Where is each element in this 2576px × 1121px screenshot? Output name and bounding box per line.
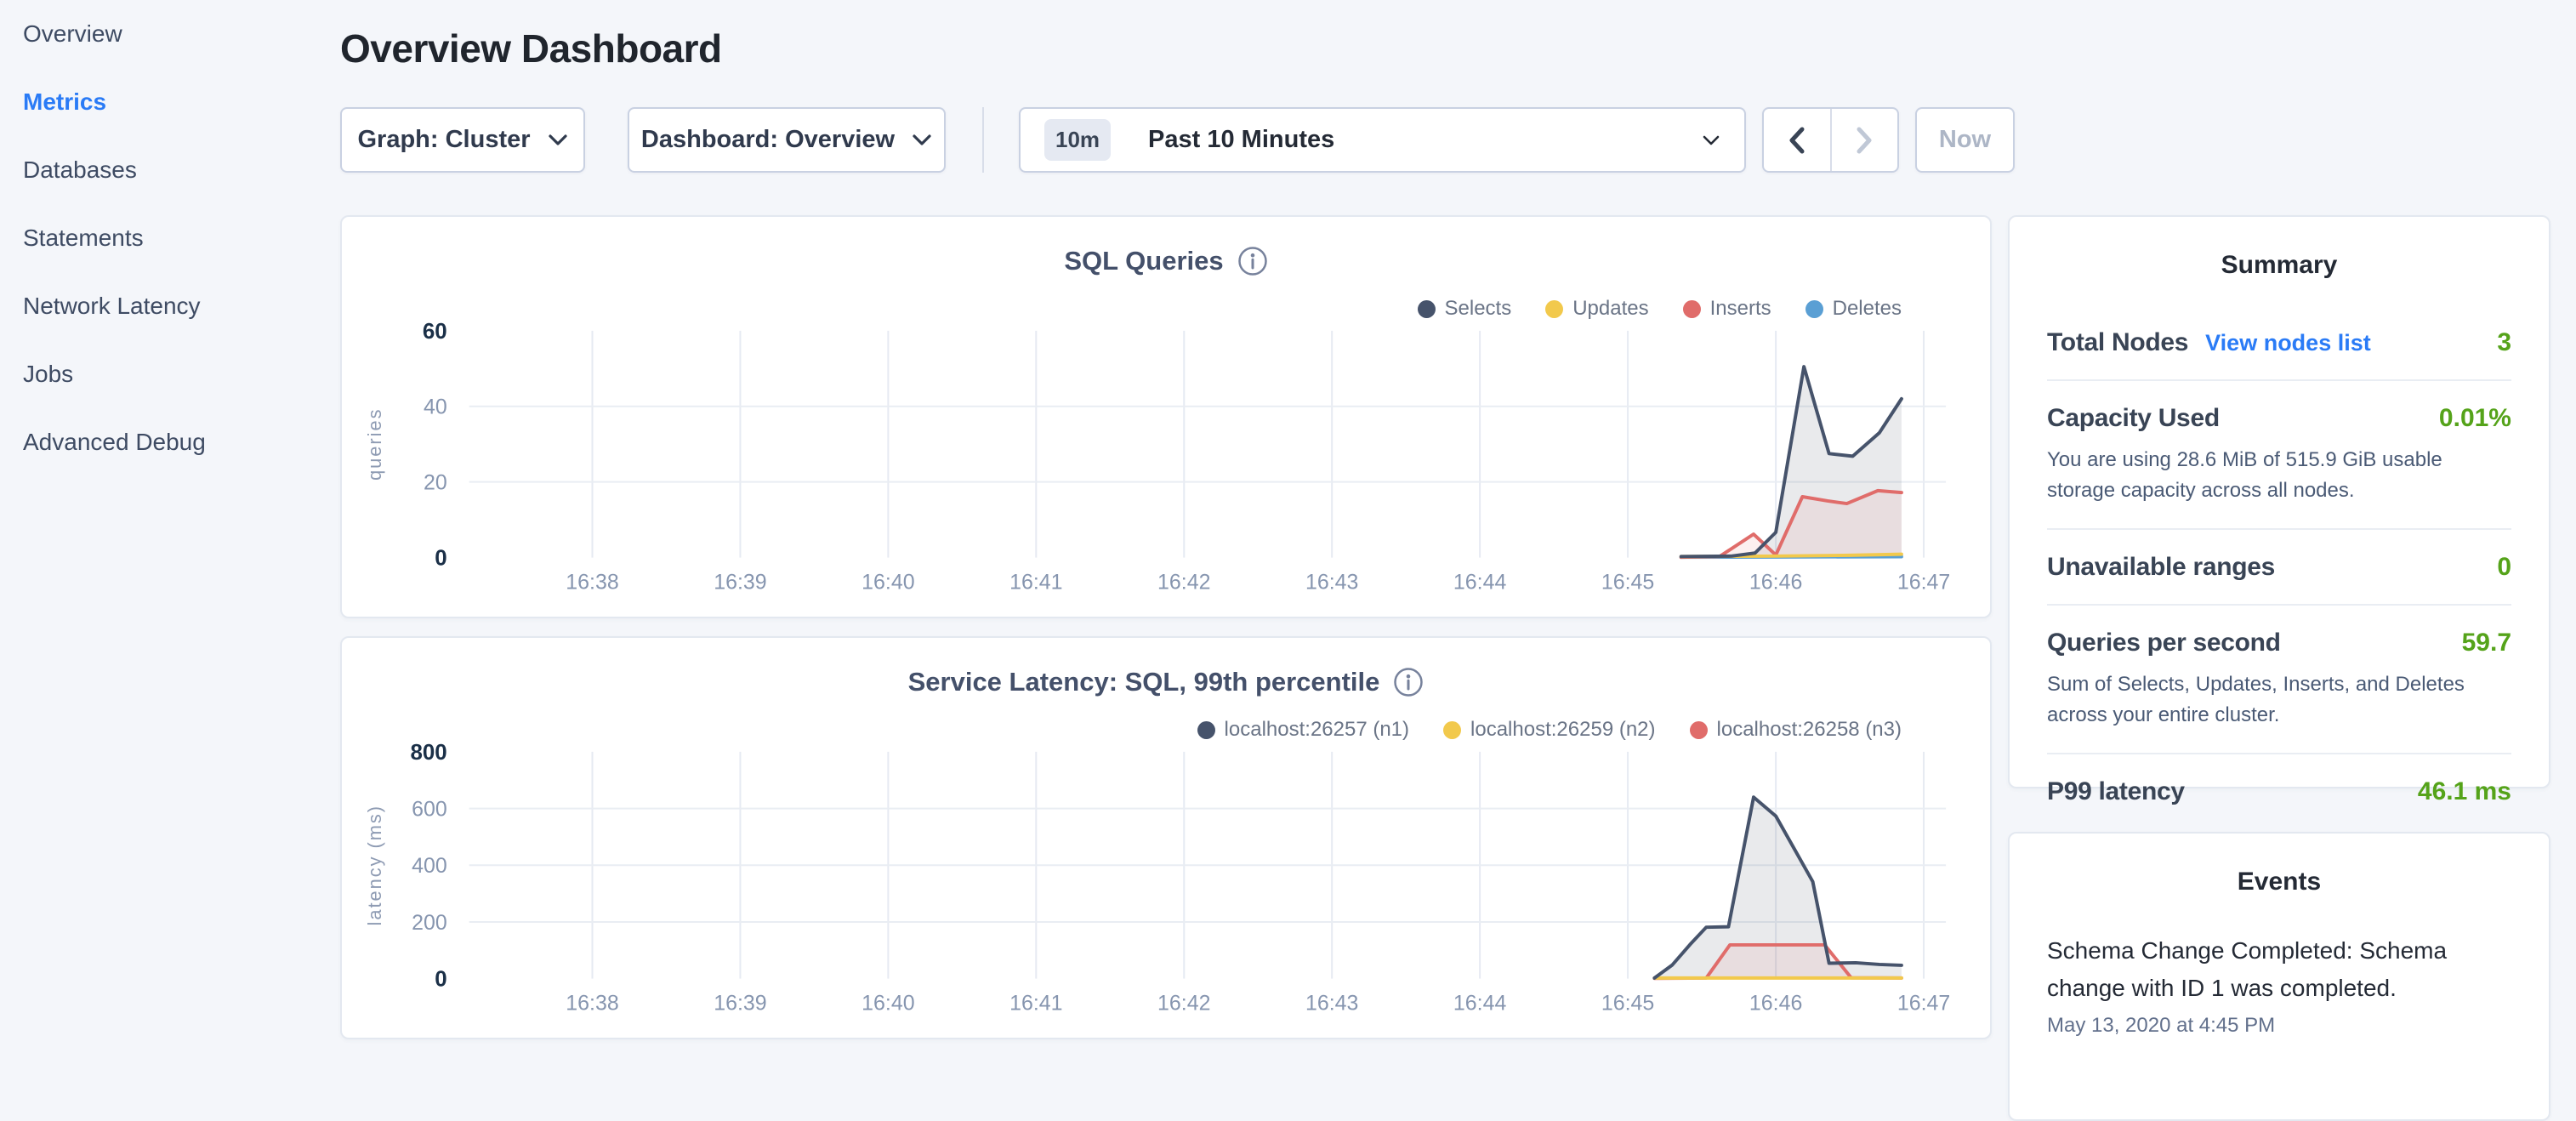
summary-rows: Total Nodes View nodes list 3 Capacity Used… bbox=[2047, 305, 2511, 828]
summary-title: Summary bbox=[2047, 251, 2511, 280]
time-range-badge: 10m bbox=[1044, 119, 1111, 161]
summary-row-head: Total Nodes View nodes list 3 bbox=[2047, 328, 2511, 357]
controls-divider bbox=[982, 107, 984, 173]
summary-label: Queries per second bbox=[2047, 629, 2281, 657]
summary-row-head: Capacity Used 0.01% bbox=[2047, 404, 2511, 433]
summary-row-capacity-used: Capacity Used 0.01% You are using 28.6 MiB… bbox=[2047, 381, 2511, 530]
time-next-button[interactable] bbox=[1832, 109, 1898, 171]
event-message: Schema Change Completed: Schema change w… bbox=[2047, 932, 2476, 1007]
summary-row-p99-latency: P99 latency 46.1 ms bbox=[2047, 754, 2511, 828]
event-item[interactable]: Schema Change Completed: Schema change w… bbox=[2047, 932, 2511, 1038]
summary-row-head: Unavailable ranges 0 bbox=[2047, 553, 2511, 582]
time-range-selector[interactable]: 10m Past 10 Minutes bbox=[1019, 107, 1746, 173]
page-title: Overview Dashboard bbox=[340, 26, 722, 71]
summary-description: Sum of Selects, Updates, Inserts, and De… bbox=[2047, 669, 2498, 731]
svg-text:16:42: 16:42 bbox=[1157, 570, 1210, 594]
svg-text:600: 600 bbox=[412, 798, 447, 822]
svg-text:400: 400 bbox=[412, 854, 447, 878]
dashboard-dropdown-label: Dashboard: Overview bbox=[641, 126, 895, 154]
svg-text:queries: queries bbox=[364, 408, 385, 481]
svg-text:16:38: 16:38 bbox=[566, 991, 618, 1015]
svg-text:800: 800 bbox=[410, 741, 446, 765]
svg-text:16:47: 16:47 bbox=[1897, 570, 1950, 594]
svg-text:40: 40 bbox=[424, 395, 447, 419]
chevron-right-icon bbox=[1852, 125, 1876, 156]
summary-row-queries-per-second: Queries per second 59.7 Sum of Selects, Up… bbox=[2047, 606, 2511, 754]
summary-label: Unavailable ranges bbox=[2047, 553, 2275, 582]
summary-value: 3 bbox=[2497, 328, 2511, 357]
svg-text:200: 200 bbox=[412, 911, 447, 935]
sidebar-item-advanced-debug[interactable]: Advanced Debug bbox=[23, 408, 321, 476]
summary-value: 46.1 ms bbox=[2418, 777, 2511, 806]
events-list: Schema Change Completed: Schema change w… bbox=[2047, 932, 2511, 1038]
svg-text:16:44: 16:44 bbox=[1453, 570, 1507, 594]
service-latency-chart[interactable]: 16:38 16:39 16:40 16:41 16:42 16:43 16:44 16:45… bbox=[342, 638, 1990, 1038]
event-timestamp: May 13, 2020 at 4:45 PM bbox=[2047, 1014, 2511, 1038]
events-panel: Events Schema Change Completed: Schema c… bbox=[2008, 832, 2550, 1121]
svg-text:16:46: 16:46 bbox=[1749, 570, 1802, 594]
svg-text:16:45: 16:45 bbox=[1601, 570, 1654, 594]
summary-row-head: Queries per second 59.7 bbox=[2047, 629, 2511, 657]
svg-text:0: 0 bbox=[435, 547, 446, 571]
svg-text:16:47: 16:47 bbox=[1897, 991, 1950, 1015]
sql-queries-chart-panel: SQL Queries SelectsUpdatesInsertsDeletes… bbox=[340, 215, 1992, 618]
sidebar: OverviewMetricsDatabasesStatementsNetwor… bbox=[23, 0, 321, 476]
svg-text:16:40: 16:40 bbox=[862, 570, 914, 594]
chevron-down-icon bbox=[912, 134, 932, 146]
svg-text:latency (ms): latency (ms) bbox=[364, 805, 385, 926]
sidebar-item-metrics[interactable]: Metrics bbox=[23, 68, 321, 136]
summary-row-total-nodes: Total Nodes View nodes list 3 bbox=[2047, 305, 2511, 381]
svg-text:16:39: 16:39 bbox=[714, 570, 766, 594]
time-prev-button[interactable] bbox=[1764, 109, 1830, 171]
view-nodes-list-link[interactable]: View nodes list bbox=[2205, 330, 2371, 356]
summary-value: 0.01% bbox=[2439, 404, 2511, 433]
summary-row-head: P99 latency 46.1 ms bbox=[2047, 777, 2511, 806]
sql-queries-chart[interactable]: 16:38 16:39 16:40 16:41 16:42 16:43 16:44 16:45… bbox=[342, 217, 1990, 617]
svg-text:16:44: 16:44 bbox=[1453, 991, 1507, 1015]
summary-label: P99 latency bbox=[2047, 777, 2185, 806]
sidebar-item-jobs[interactable]: Jobs bbox=[23, 340, 321, 408]
svg-text:16:46: 16:46 bbox=[1749, 991, 1802, 1015]
sidebar-item-overview[interactable]: Overview bbox=[23, 0, 321, 68]
graph-dropdown-label: Graph: Cluster bbox=[357, 126, 530, 154]
chevron-down-icon bbox=[1702, 134, 1720, 146]
time-pager bbox=[1762, 107, 1899, 173]
sidebar-item-network-latency[interactable]: Network Latency bbox=[23, 272, 321, 340]
time-range-label: Past 10 Minutes bbox=[1148, 126, 1685, 154]
chevron-down-icon bbox=[548, 134, 568, 146]
svg-text:16:39: 16:39 bbox=[714, 991, 766, 1015]
svg-text:16:41: 16:41 bbox=[1009, 570, 1062, 594]
graph-dropdown[interactable]: Graph: Cluster bbox=[340, 107, 585, 173]
summary-label: Total Nodes bbox=[2047, 328, 2188, 357]
svg-text:16:38: 16:38 bbox=[566, 570, 618, 594]
svg-text:16:43: 16:43 bbox=[1305, 570, 1358, 594]
svg-text:60: 60 bbox=[423, 320, 447, 344]
svg-text:16:45: 16:45 bbox=[1601, 991, 1654, 1015]
summary-row-unavailable-ranges: Unavailable ranges 0 bbox=[2047, 530, 2511, 606]
summary-description: You are using 28.6 MiB of 515.9 GiB usab… bbox=[2047, 445, 2498, 506]
summary-value: 0 bbox=[2497, 553, 2511, 582]
summary-panel: Summary Total Nodes View nodes list 3 Capac… bbox=[2008, 215, 2550, 788]
sidebar-item-statements[interactable]: Statements bbox=[23, 204, 321, 272]
svg-text:16:41: 16:41 bbox=[1009, 991, 1062, 1015]
summary-value: 59.7 bbox=[2462, 629, 2511, 657]
svg-text:16:42: 16:42 bbox=[1157, 991, 1210, 1015]
summary-label: Capacity Used bbox=[2047, 404, 2220, 433]
svg-text:0: 0 bbox=[435, 968, 446, 992]
svg-text:20: 20 bbox=[424, 471, 447, 495]
chevron-left-icon bbox=[1785, 125, 1809, 156]
sidebar-item-databases[interactable]: Databases bbox=[23, 136, 321, 204]
svg-text:16:43: 16:43 bbox=[1305, 991, 1358, 1015]
now-button[interactable]: Now bbox=[1915, 107, 2015, 173]
events-title: Events bbox=[2047, 868, 2511, 896]
service-latency-chart-panel: Service Latency: SQL, 99th percentile lo… bbox=[340, 636, 1992, 1039]
svg-text:16:40: 16:40 bbox=[862, 991, 914, 1015]
dashboard-dropdown[interactable]: Dashboard: Overview bbox=[628, 107, 946, 173]
